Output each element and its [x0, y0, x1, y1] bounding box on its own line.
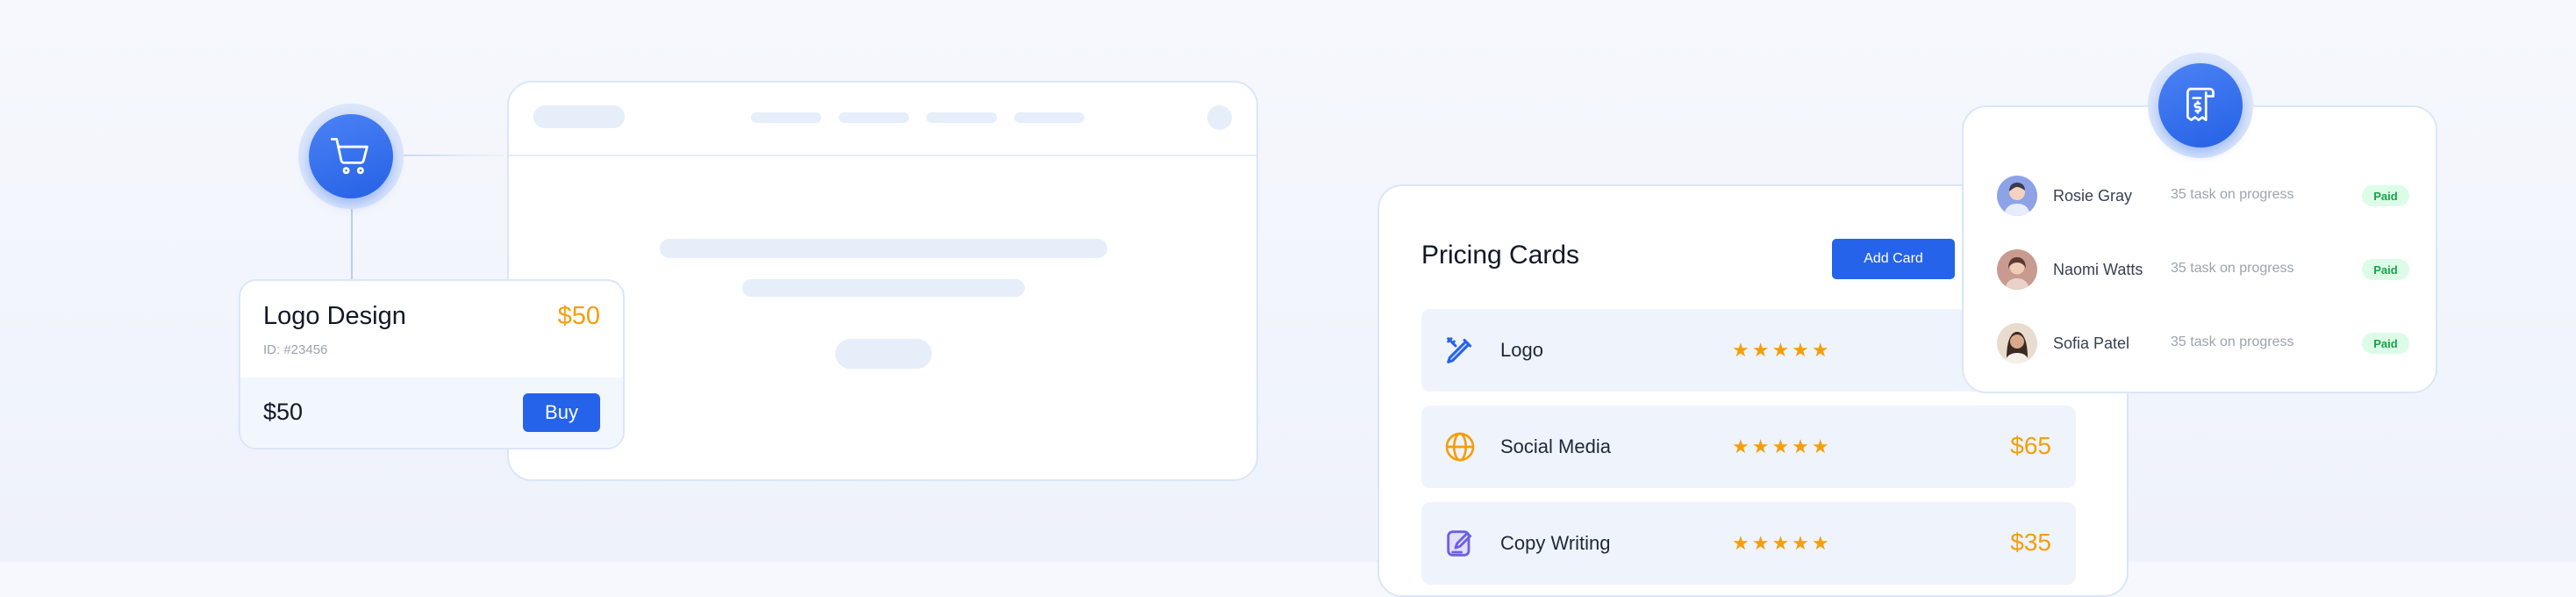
connector-line	[400, 155, 504, 156]
pricing-row-price: $35	[2010, 529, 2051, 556]
edit-document-icon	[1447, 530, 1472, 557]
nav-placeholder	[839, 112, 909, 123]
logo-placeholder	[533, 105, 625, 128]
team-member-row[interactable]: Sofia Patel 35 task on progress Paid	[1997, 323, 2409, 367]
product-price: $50	[557, 302, 600, 330]
button-placeholder	[835, 339, 932, 369]
pricing-row[interactable]: Copy Writing ★★★★★ $35	[1421, 502, 2076, 585]
browser-toolbar	[509, 83, 1256, 156]
member-task: 35 task on progress	[2171, 334, 2294, 349]
buy-button[interactable]: Buy	[523, 393, 600, 432]
invoice-badge	[2148, 53, 2253, 158]
member-task: 35 task on progress	[2171, 261, 2294, 276]
product-id: ID: #23456	[263, 342, 328, 357]
add-card-button[interactable]: Add Card	[1832, 239, 1955, 279]
nav-placeholder	[751, 112, 821, 123]
rating-stars: ★★★★★	[1732, 532, 1832, 554]
status-badge: Paid	[2362, 259, 2409, 280]
status-badge: Paid	[2362, 185, 2409, 206]
cart-badge	[298, 104, 404, 209]
rating-stars: ★★★★★	[1732, 339, 1832, 361]
avatar-placeholder	[1207, 105, 1232, 130]
text-placeholder	[742, 279, 1025, 297]
nav-placeholder	[1014, 112, 1084, 123]
product-total: $50	[263, 399, 304, 425]
text-placeholder	[660, 239, 1107, 258]
status-badge: Paid	[2362, 333, 2409, 354]
avatar	[1997, 176, 2037, 216]
product-card: Logo Design $50 ID: #23456 $50 Buy	[239, 279, 625, 450]
team-member-row[interactable]: Naomi Watts 35 task on progress Paid	[1997, 249, 2409, 293]
pencil-ruler-icon	[1447, 337, 1472, 363]
connector-line	[351, 207, 353, 281]
member-name: Rosie Gray	[2053, 187, 2133, 205]
pricing-row-label: Logo	[1500, 339, 1543, 361]
pricing-row[interactable]: Social Media ★★★★★ $65	[1421, 406, 2076, 488]
member-task: 35 task on progress	[2171, 187, 2294, 202]
pricing-row-price: $65	[2010, 432, 2051, 459]
globe-icon	[1445, 432, 1475, 462]
pricing-row-label: Social Media	[1500, 435, 1611, 457]
team-member-row[interactable]: Rosie Gray 35 task on progress Paid	[1997, 176, 2409, 219]
member-name: Naomi Watts	[2053, 261, 2143, 278]
pricing-row-label: Copy Writing	[1500, 532, 1611, 554]
shopping-cart-icon	[330, 138, 369, 175]
invoice-dollar-icon	[2186, 87, 2215, 122]
pricing-title: Pricing Cards	[1421, 241, 1580, 270]
product-title: Logo Design	[263, 302, 406, 330]
nav-placeholder	[927, 112, 997, 123]
member-name: Sofia Patel	[2053, 334, 2130, 352]
rating-stars: ★★★★★	[1732, 435, 1832, 457]
avatar	[1997, 249, 2037, 290]
avatar	[1997, 323, 2037, 363]
